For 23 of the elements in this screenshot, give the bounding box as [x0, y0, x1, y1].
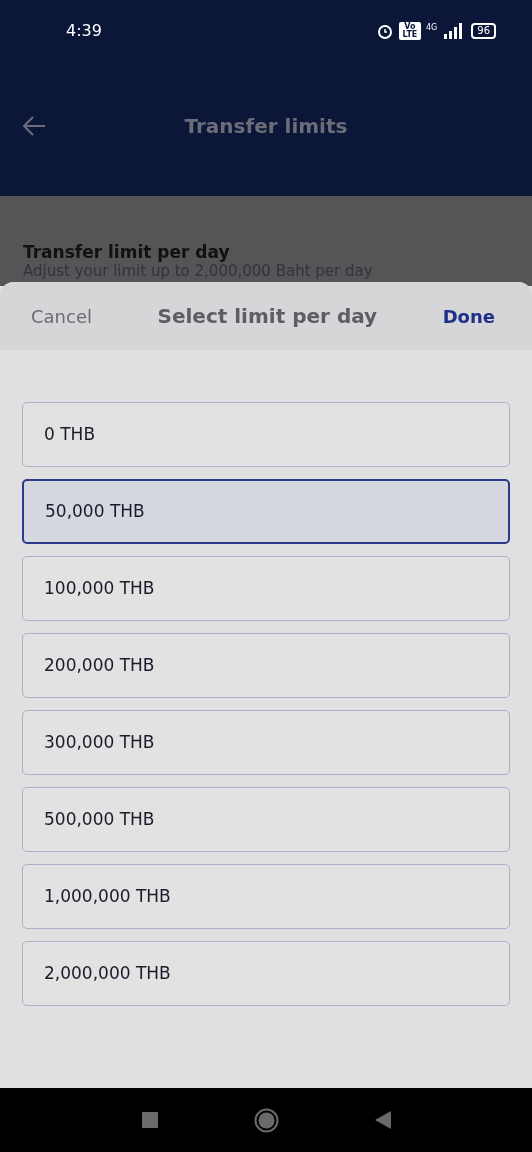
cancel-button[interactable]: Cancel	[31, 302, 92, 330]
limit-option[interactable]: 500,000 THB	[22, 787, 510, 852]
alarm-icon	[375, 22, 394, 40]
back-arrow-icon[interactable]	[21, 114, 47, 138]
done-button[interactable]: Done	[442, 302, 495, 330]
limit-option[interactable]: 200,000 THB	[22, 633, 510, 698]
limit-option[interactable]: 0 THB	[22, 402, 510, 467]
limit-option[interactable]: 1,000,000 THB	[22, 864, 510, 929]
status-time: 4:39	[66, 20, 102, 42]
limit-option[interactable]: 50,000 THB	[22, 479, 510, 544]
volte-badge: Vo LTE	[398, 22, 421, 40]
signal-icon	[442, 23, 465, 39]
limit-option[interactable]: 100,000 THB	[22, 556, 510, 621]
recent-apps-icon[interactable]	[141, 1112, 158, 1128]
limit-option[interactable]: 2,000,000 THB	[22, 941, 510, 1006]
home-icon[interactable]	[253, 1107, 279, 1133]
battery-indicator: 96	[471, 23, 496, 39]
section-title: Transfer limit per day	[23, 242, 231, 262]
network-label: 4G	[425, 22, 438, 34]
sheet-title: Select limit per day	[157, 303, 378, 330]
limit-option[interactable]: 300,000 THB	[22, 710, 510, 775]
back-icon[interactable]	[374, 1111, 391, 1129]
page-title: Transfer limits	[184, 113, 348, 140]
